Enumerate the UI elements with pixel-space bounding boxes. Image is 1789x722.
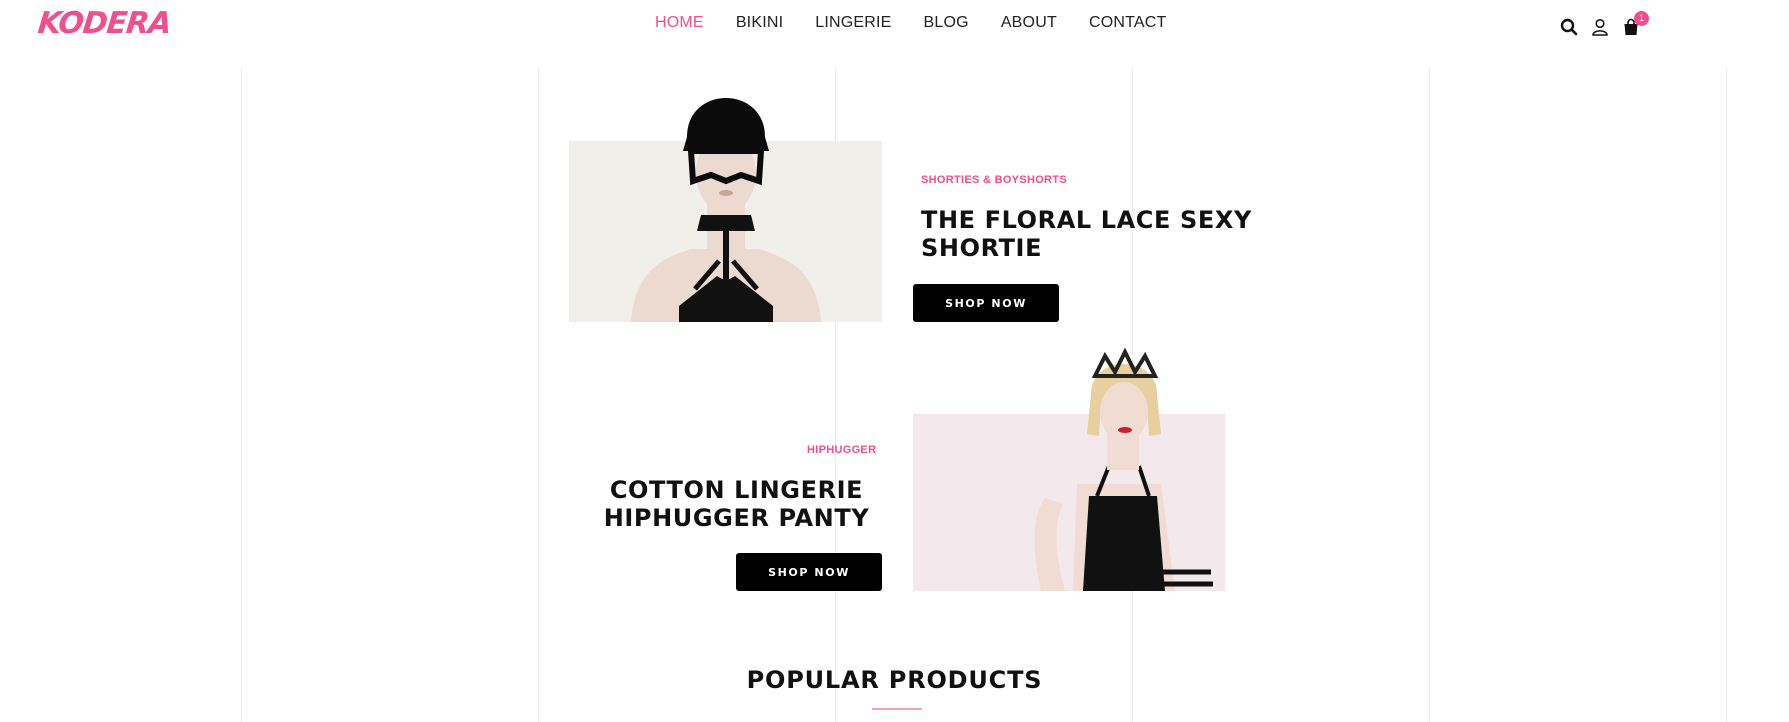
- nav-item-about[interactable]: ABOUT: [1001, 14, 1057, 32]
- site-logo[interactable]: KODERA: [36, 6, 172, 41]
- main-navigation: HOME BIKINI LINGERIE BLOG ABOUT CONTACT: [655, 14, 1166, 32]
- section-title-popular-products: POPULAR PRODUCTS: [746, 666, 1043, 694]
- header-actions: 1: [1560, 11, 1649, 36]
- grid-divider: [538, 68, 539, 722]
- banner-image-shortie[interactable]: [569, 98, 882, 322]
- grid-divider: [1429, 68, 1430, 722]
- section-title-underline: [872, 708, 922, 710]
- grid-divider: [241, 68, 242, 722]
- banner-title[interactable]: COTTON LINGERIE HIPHUGGER PANTY: [600, 476, 873, 532]
- user-icon[interactable]: [1591, 18, 1609, 36]
- cart-count-badge: 1: [1634, 11, 1649, 26]
- nav-item-home[interactable]: HOME: [655, 14, 704, 32]
- model-figure-illustration: [631, 98, 821, 322]
- site-header: KODERA HOME BIKINI LINGERIE BLOG ABOUT C…: [0, 0, 1789, 50]
- nav-item-bikini[interactable]: BIKINI: [736, 14, 783, 32]
- nav-item-blog[interactable]: BLOG: [924, 14, 969, 32]
- model-figure-illustration: [1034, 347, 1213, 591]
- search-icon[interactable]: [1560, 18, 1578, 36]
- shop-now-button[interactable]: SHOP NOW: [913, 284, 1059, 322]
- shopping-bag-icon[interactable]: 1: [1622, 11, 1649, 36]
- shop-now-button[interactable]: SHOP NOW: [736, 553, 882, 591]
- grid-divider: [1726, 68, 1727, 722]
- banner-category[interactable]: SHORTIES & BOYSHORTS: [921, 174, 1067, 186]
- nav-item-contact[interactable]: CONTACT: [1089, 14, 1167, 32]
- banner-category[interactable]: HIPHUGGER: [807, 444, 876, 456]
- banner-title[interactable]: THE FLORAL LACE SEXY SHORTIE: [921, 206, 1252, 262]
- nav-item-lingerie[interactable]: LINGERIE: [815, 14, 891, 32]
- banner-image-hiphugger[interactable]: [913, 347, 1225, 591]
